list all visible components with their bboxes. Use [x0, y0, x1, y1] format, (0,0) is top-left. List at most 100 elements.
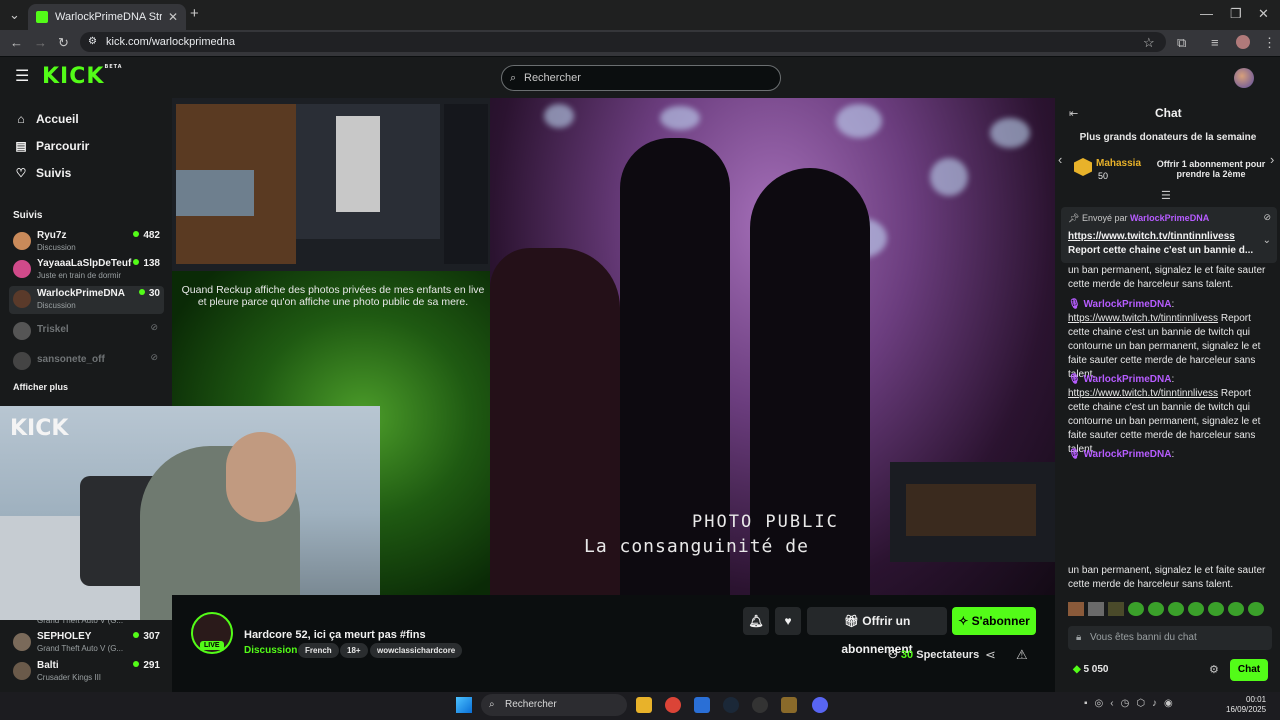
site-info-icon[interactable]: ⚙ [88, 32, 97, 52]
gift-subscription-button[interactable]: 🎁︎ Offrir un abonnement [807, 607, 947, 656]
new-tab-icon[interactable]: + [190, 6, 199, 21]
follow-item-balti[interactable]: Balti Crusader Kings III 291 [9, 658, 164, 686]
extensions-icon[interactable]: ⧉ [1177, 36, 1186, 50]
follow-name: YayaaaLaSlpDeTeuf [37, 258, 132, 269]
close-window-icon[interactable]: ✕ [1258, 7, 1269, 21]
chat-link[interactable]: https://www.twitch.tv/tinntinnlivess [1068, 313, 1218, 324]
search-input[interactable]: ⌕ Rechercher [501, 65, 781, 91]
follow-item-sepholey[interactable]: SEPHOLEY Grand Theft Auto V (G... 307 [9, 629, 164, 657]
address-bar[interactable]: ⚙ kick.com/warlockprimedna [80, 32, 1166, 52]
maximize-icon[interactable]: ❐ [1230, 7, 1242, 21]
nav-suivis[interactable]: ♡ Suivis [14, 166, 72, 180]
subscribe-button[interactable]: ✧ S'abonner [952, 607, 1036, 635]
pinned-header: 📌︎ Envoyé par WarlockPrimeDNA [1068, 213, 1210, 223]
emote[interactable] [1148, 602, 1164, 616]
expand-icon[interactable]: ☰ [1161, 189, 1171, 203]
stream-category[interactable]: Discussion [244, 645, 297, 656]
follow-category: Discussion [37, 243, 76, 252]
kick-logo[interactable]: KICKBETA [42, 64, 123, 89]
discord-icon[interactable] [812, 697, 828, 713]
tag-french[interactable]: French [298, 643, 339, 658]
emote[interactable] [1088, 602, 1104, 616]
channel-points[interactable]: ◆ 5 050 [1073, 664, 1109, 675]
show-more-link[interactable]: Afficher plus [13, 382, 68, 392]
report-icon[interactable]: ⚠ [1016, 648, 1028, 662]
nav-accueil[interactable]: ⌂ Accueil [14, 112, 78, 126]
next-arrow-icon[interactable]: › [1270, 153, 1274, 167]
nav-parcourir[interactable]: ▤ Parcourir [14, 139, 89, 153]
unpin-icon[interactable]: ⊘ [1263, 212, 1271, 223]
wow-icon[interactable] [781, 697, 797, 713]
emote[interactable] [1068, 602, 1084, 616]
user-avatar[interactable] [1234, 68, 1254, 88]
search-icon: ⌕ [489, 699, 495, 710]
chat-link[interactable]: https://www.twitch.tv/tinntinnlivess [1068, 388, 1218, 399]
emote-bar [1068, 602, 1272, 618]
pinned-message[interactable]: 📌︎ Envoyé par WarlockPrimeDNA https://ww… [1061, 207, 1277, 263]
chat-username[interactable]: WarlockPrimeDNA [1083, 449, 1171, 460]
follow-item-ryu7z[interactable]: Ryu7z Discussion 482 [9, 228, 164, 256]
tray-icons[interactable]: ▪◎‹◷⬡♪◉ [1084, 697, 1180, 711]
tag-wowclassichardcore[interactable]: wowclassichardcore [370, 643, 463, 658]
file-explorer-icon[interactable] [636, 697, 652, 713]
reload-icon[interactable]: ↻ [58, 36, 69, 50]
chat-message: 🎙︎ WarlockPrimeDNA: https://www.twitch.t… [1068, 299, 1261, 380]
taskbar-search[interactable]: ⌕ Rechercher [481, 694, 627, 716]
chat-input[interactable]: 🔒︎ Vous êtes banni du chat [1068, 626, 1272, 650]
minimize-icon[interactable]: — [1200, 7, 1213, 21]
follow-heart-button[interactable]: ♥ [775, 607, 801, 635]
browser-tab[interactable]: WarlockPrimeDNA Stream - Wa ✕ [28, 4, 186, 30]
menu-dots-icon[interactable]: ⋮ [1263, 36, 1276, 50]
top-donor-name[interactable]: Mahassia [1096, 158, 1141, 169]
app-icon[interactable] [694, 697, 710, 713]
follow-item-yayaaa[interactable]: YayaaaLaSlpDeTeuf Juste en train de dorm… [9, 256, 164, 284]
app-icon[interactable] [752, 697, 768, 713]
emote[interactable] [1228, 602, 1244, 616]
follow-name: Ryu7z [37, 230, 67, 241]
follow-name: SEPHOLEY [37, 631, 92, 642]
gift-offer-text[interactable]: Offrir 1 abonnement pour prendre la 2ème [1152, 159, 1270, 179]
send-chat-button[interactable]: Chat [1230, 659, 1268, 681]
profile-avatar[interactable] [1236, 35, 1250, 49]
follow-name: Balti [37, 660, 59, 671]
steam-icon[interactable] [723, 697, 739, 713]
emote[interactable] [1248, 602, 1264, 616]
mic-icon: 🎙︎ [1068, 299, 1081, 310]
forward-icon[interactable]: → [34, 36, 47, 50]
pinned-link[interactable]: https://www.twitch.tv/tinntinnlivess [1068, 231, 1235, 242]
notification-bell-button[interactable]: 🔔︎ [743, 607, 769, 635]
chat-username[interactable]: WarlockPrimeDNA [1083, 374, 1171, 385]
back-icon[interactable]: ← [10, 36, 23, 50]
follow-item-triskel[interactable]: Triskel ⊘ [9, 318, 164, 346]
close-tab-icon[interactable]: ✕ [168, 10, 178, 24]
kick-favicon-icon [36, 11, 48, 23]
avatar [13, 260, 31, 278]
tab-list-icon[interactable]: ⌄ [9, 8, 20, 22]
windows-start-icon[interactable] [456, 697, 472, 713]
taskbar-clock[interactable]: 00:01 16/09/2025 [1226, 695, 1266, 715]
emote[interactable] [1188, 602, 1204, 616]
bookmark-star-icon[interactable]: ☆ [1143, 36, 1155, 50]
viewer-count: 482 [133, 230, 160, 241]
share-icon[interactable]: ⋖ [985, 648, 996, 662]
top-donor-amount: 50 [1098, 171, 1109, 181]
follow-item-warlockprimedna[interactable]: WarlockPrimeDNA Discussion 30 [9, 286, 164, 314]
media-icon[interactable]: ≡ [1211, 36, 1219, 50]
tag-18plus[interactable]: 18+ [340, 643, 368, 658]
chrome-icon[interactable] [665, 697, 681, 713]
emote[interactable] [1128, 602, 1144, 616]
chat-message-tail: un ban permanent, signalez le et faite s… [1068, 265, 1266, 290]
chat-message: 🎙︎ WarlockPrimeDNA: [1068, 449, 1175, 460]
hamburger-menu-icon[interactable]: ☰ [15, 69, 29, 85]
prev-arrow-icon[interactable]: ‹ [1058, 153, 1062, 167]
chat-settings-gear-icon[interactable]: ⚙ [1209, 663, 1219, 677]
collapse-chat-icon[interactable]: ⇤ [1069, 107, 1078, 121]
chevron-down-icon[interactable]: ⌄ [1263, 235, 1271, 246]
follow-item-sansonete[interactable]: sansonete_off ⊘ [9, 348, 164, 376]
browse-icon: ▤ [15, 139, 27, 153]
chat-title: Chat [1155, 106, 1182, 120]
emote[interactable] [1208, 602, 1224, 616]
chat-username[interactable]: WarlockPrimeDNA [1083, 299, 1171, 310]
emote[interactable] [1108, 602, 1124, 616]
emote[interactable] [1168, 602, 1184, 616]
